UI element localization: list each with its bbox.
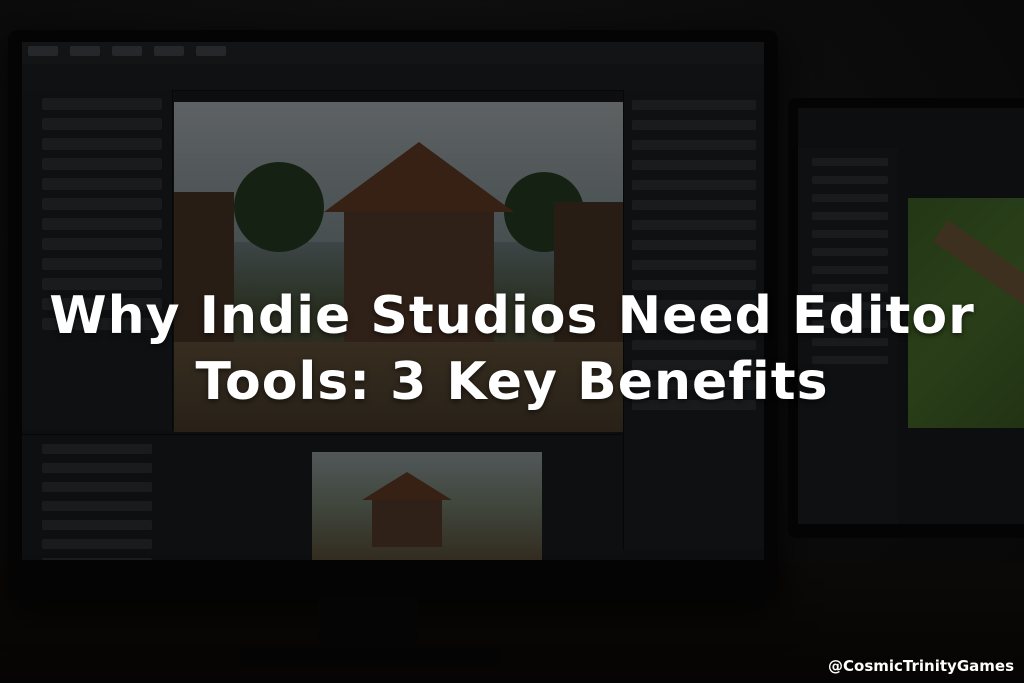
- watermark-handle: @CosmicTrinityGames: [828, 657, 1014, 675]
- headline-line-1: Why Indie Studios Need Editor: [49, 285, 975, 346]
- headline: Why Indie Studios Need Editor Tools: 3 K…: [0, 283, 1024, 415]
- headline-line-2: Tools: 3 Key Benefits: [195, 351, 829, 412]
